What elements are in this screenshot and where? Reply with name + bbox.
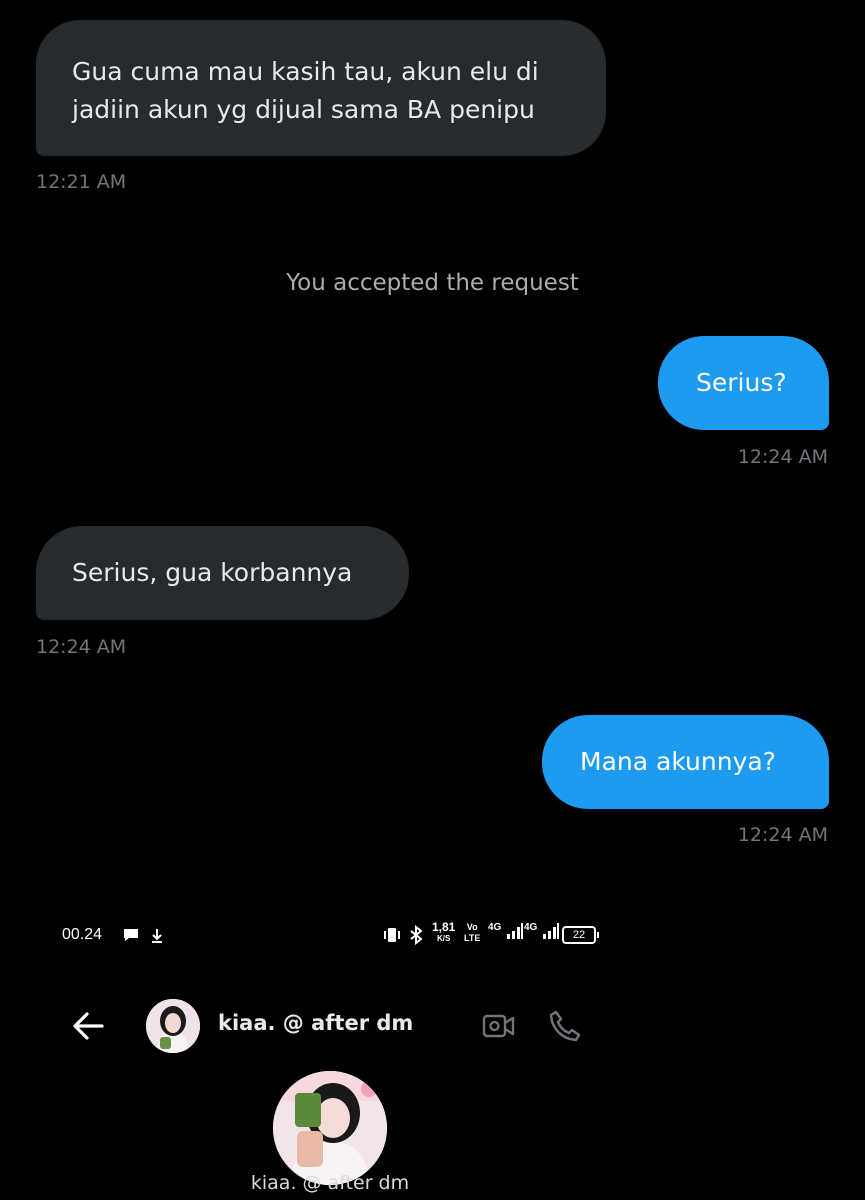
chat-notification-icon — [122, 926, 140, 949]
avatar[interactable] — [146, 999, 200, 1053]
message-text: Gua cuma mau kasih tau, akun elu di jadi… — [72, 57, 539, 124]
message-timestamp: 12:24 AM — [737, 446, 828, 468]
header-title[interactable]: kiaa. @ after dm — [218, 1011, 413, 1035]
vibrate-icon — [382, 926, 402, 949]
profile-name: kiaa. @ after dm — [250, 1172, 410, 1194]
sim2-signal-icon: 4G — [524, 922, 560, 940]
volte-indicator: Vo LTE — [464, 922, 481, 943]
phone-call-icon[interactable] — [548, 1009, 582, 1043]
back-arrow-icon[interactable] — [70, 1009, 106, 1043]
video-call-icon[interactable] — [482, 1011, 516, 1041]
incoming-message-bubble[interactable]: Serius, gua korbannya — [36, 526, 409, 620]
status-bar: 00.24 1,81 K/S Vo LTE 4G 4G 22 — [0, 920, 865, 954]
network-speed: 1,81 K/S — [432, 920, 456, 943]
battery-icon: 22 — [562, 926, 599, 944]
message-timestamp: 12:24 AM — [737, 824, 828, 846]
sim1-signal-icon: 4G — [488, 922, 524, 940]
outgoing-message-bubble[interactable]: Mana akunnya? — [542, 715, 829, 809]
status-time: 00.24 — [62, 926, 103, 943]
bluetooth-icon — [408, 924, 424, 950]
incoming-message-bubble[interactable]: Gua cuma mau kasih tau, akun elu di jadi… — [36, 20, 606, 156]
message-text: Serius, gua korbannya — [72, 558, 353, 587]
message-text: Serius? — [696, 368, 787, 397]
message-text: Mana akunnya? — [580, 747, 776, 776]
message-timestamp: 12:21 AM — [36, 171, 127, 193]
message-timestamp: 12:24 AM — [36, 636, 127, 658]
profile-avatar[interactable] — [273, 1071, 387, 1185]
outgoing-message-bubble[interactable]: Serius? — [658, 336, 829, 430]
system-message: You accepted the request — [286, 270, 579, 296]
download-icon — [150, 926, 164, 949]
conversation-header: kiaa. @ after dm — [0, 995, 865, 1057]
